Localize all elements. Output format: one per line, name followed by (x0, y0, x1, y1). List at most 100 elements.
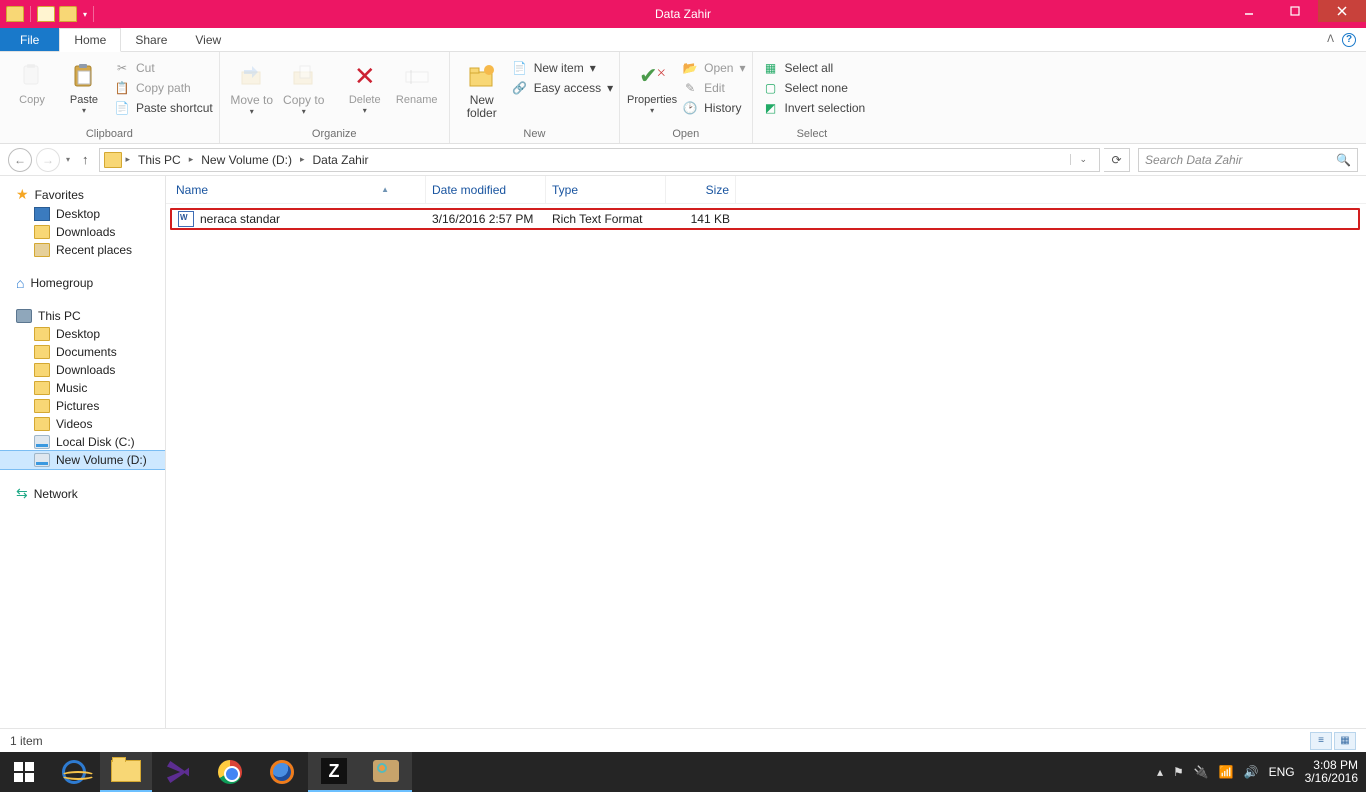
col-name[interactable]: Name▲ (166, 176, 426, 203)
move-to-button[interactable]: Move to▾ (226, 56, 278, 116)
properties-button[interactable]: ✔྾Properties▾ (626, 56, 678, 115)
up-button[interactable]: ↑ (76, 152, 95, 167)
col-type[interactable]: Type (546, 176, 666, 203)
qat-properties-icon[interactable] (59, 6, 77, 22)
tab-home[interactable]: Home (59, 28, 121, 52)
taskbar-ie[interactable] (48, 752, 100, 792)
details-view-button[interactable]: ≡ (1310, 732, 1332, 750)
caret-icon[interactable]: ▸ (298, 154, 307, 165)
copy-to-button[interactable]: Copy to▾ (278, 56, 330, 116)
folder-icon (34, 243, 50, 257)
qat-dropdown-icon[interactable]: ▾ (83, 10, 87, 19)
help-icon[interactable]: ? (1342, 33, 1356, 47)
group-select: ▦Select all ▢Select none ◩Invert selecti… (753, 52, 872, 143)
sidebar-thispc[interactable]: This PC (0, 307, 165, 325)
copy-path-button[interactable]: 📋Copy path (114, 80, 213, 96)
sidebar-item-videos[interactable]: Videos (0, 415, 165, 433)
crumb-folder[interactable]: Data Zahir (309, 153, 373, 167)
tray-language[interactable]: ENG (1269, 765, 1295, 779)
start-button[interactable] (0, 752, 48, 792)
taskbar-zahir[interactable]: Z (308, 752, 360, 792)
window-controls (1226, 0, 1366, 22)
tray-power-icon[interactable]: 🔌 (1194, 765, 1209, 779)
tray-clock[interactable]: 3:08 PM3/16/2016 (1305, 759, 1358, 785)
file-row[interactable]: neraca standar 3/16/2016 2:57 PM Rich Te… (170, 208, 1360, 230)
minimize-ribbon-icon[interactable]: ᐱ (1327, 34, 1334, 45)
tab-file[interactable]: File (0, 28, 59, 51)
sidebar-item-pictures[interactable]: Pictures (0, 397, 165, 415)
sidebar-item-downloads[interactable]: Downloads (0, 223, 165, 241)
sidebar-item-downloads2[interactable]: Downloads (0, 361, 165, 379)
easy-access-button[interactable]: 🔗Easy access ▾ (512, 80, 613, 96)
refresh-button[interactable]: ⟳ (1104, 148, 1130, 172)
new-item-button[interactable]: 📄New item ▾ (512, 60, 613, 76)
sidebar-item-desktop[interactable]: Desktop (0, 205, 165, 223)
select-none-button[interactable]: ▢Select none (763, 80, 866, 96)
forward-button[interactable]: → (36, 148, 60, 172)
copy-button[interactable]: Copy (6, 56, 58, 106)
maximize-button[interactable] (1272, 0, 1318, 22)
recent-locations-dropdown[interactable]: ▾ (64, 155, 72, 164)
search-box[interactable]: Search Data Zahir 🔍 (1138, 148, 1358, 172)
ribbon: Copy Paste▾ ✂Cut 📋Copy path 📄Paste short… (0, 52, 1366, 144)
sidebar-item-music[interactable]: Music (0, 379, 165, 397)
invert-selection-button[interactable]: ◩Invert selection (763, 100, 866, 116)
sidebar-item-localc[interactable]: Local Disk (C:) (0, 433, 165, 451)
group-open: ✔྾Properties▾ 📂Open ▾ ✎Edit 🕑History Ope… (620, 52, 752, 143)
qat-new-folder-icon[interactable] (37, 6, 55, 22)
caret-icon[interactable]: ▸ (187, 154, 196, 165)
select-all-button[interactable]: ▦Select all (763, 60, 866, 76)
sidebar-item-recent[interactable]: Recent places (0, 241, 165, 259)
delete-button[interactable]: ✕Delete▾ (339, 56, 391, 115)
sidebar-network[interactable]: ⇆Network (0, 483, 165, 504)
group-clipboard: Copy Paste▾ ✂Cut 📋Copy path 📄Paste short… (0, 52, 220, 143)
tab-share[interactable]: Share (121, 28, 181, 51)
col-date[interactable]: Date modified (426, 176, 546, 203)
group-label-open: Open (626, 126, 745, 143)
taskbar-visualstudio[interactable] (152, 752, 204, 792)
tray-network-icon[interactable]: 📶 (1219, 765, 1234, 779)
minimize-button[interactable] (1226, 0, 1272, 22)
tab-view[interactable]: View (181, 28, 235, 51)
caret-icon[interactable]: ▸ (124, 154, 133, 165)
taskbar-chrome[interactable] (204, 752, 256, 792)
drive-icon (34, 435, 50, 449)
group-label-organize: Organize (226, 126, 443, 143)
edit-button[interactable]: ✎Edit (682, 80, 745, 96)
tray-overflow-icon[interactable]: ▴ (1157, 765, 1163, 779)
close-button[interactable] (1318, 0, 1366, 22)
window-title: Data Zahir (0, 7, 1366, 21)
app-folder-icon (6, 6, 24, 22)
taskbar-paint[interactable] (360, 752, 412, 792)
sidebar-homegroup[interactable]: ⌂Homegroup (0, 273, 165, 293)
crumb-thispc[interactable]: This PC (134, 153, 185, 167)
taskbar-firefox[interactable] (256, 752, 308, 792)
ribbon-tabs: File Home Share View ᐱ ? (0, 28, 1366, 52)
back-button[interactable]: ← (8, 148, 32, 172)
paste-shortcut-button[interactable]: 📄Paste shortcut (114, 100, 213, 116)
paste-button[interactable]: Paste▾ (58, 56, 110, 115)
system-tray: ▴ ⚑ 🔌 📶 🔊 ENG 3:08 PM3/16/2016 (1157, 759, 1366, 785)
col-size[interactable]: Size (666, 176, 736, 203)
history-button[interactable]: 🕑History (682, 100, 745, 116)
address-dropdown-icon[interactable]: ⌄ (1070, 154, 1095, 165)
file-size-cell: 141 KB (666, 212, 736, 226)
group-label-new: New (456, 126, 613, 143)
sidebar-item-desktop2[interactable]: Desktop (0, 325, 165, 343)
crumb-volume[interactable]: New Volume (D:) (197, 153, 296, 167)
new-folder-button[interactable]: New folder (456, 56, 508, 120)
open-button[interactable]: 📂Open ▾ (682, 60, 745, 76)
cut-button[interactable]: ✂Cut (114, 60, 213, 76)
status-bar: 1 item ≡ ▦ (0, 728, 1366, 752)
tray-flag-icon[interactable]: ⚑ (1173, 765, 1184, 779)
search-placeholder: Search Data Zahir (1145, 153, 1242, 167)
icons-view-button[interactable]: ▦ (1334, 732, 1356, 750)
rename-button[interactable]: Rename (391, 56, 443, 106)
taskbar-explorer[interactable] (100, 752, 152, 792)
sidebar-item-documents[interactable]: Documents (0, 343, 165, 361)
sidebar-item-newvolume[interactable]: New Volume (D:) (0, 451, 165, 469)
tray-volume-icon[interactable]: 🔊 (1244, 765, 1259, 779)
sidebar-favorites[interactable]: ★Favorites (0, 184, 165, 205)
address-bar[interactable]: ▸ This PC ▸ New Volume (D:) ▸ Data Zahir… (99, 148, 1100, 172)
paint-icon (373, 760, 399, 782)
